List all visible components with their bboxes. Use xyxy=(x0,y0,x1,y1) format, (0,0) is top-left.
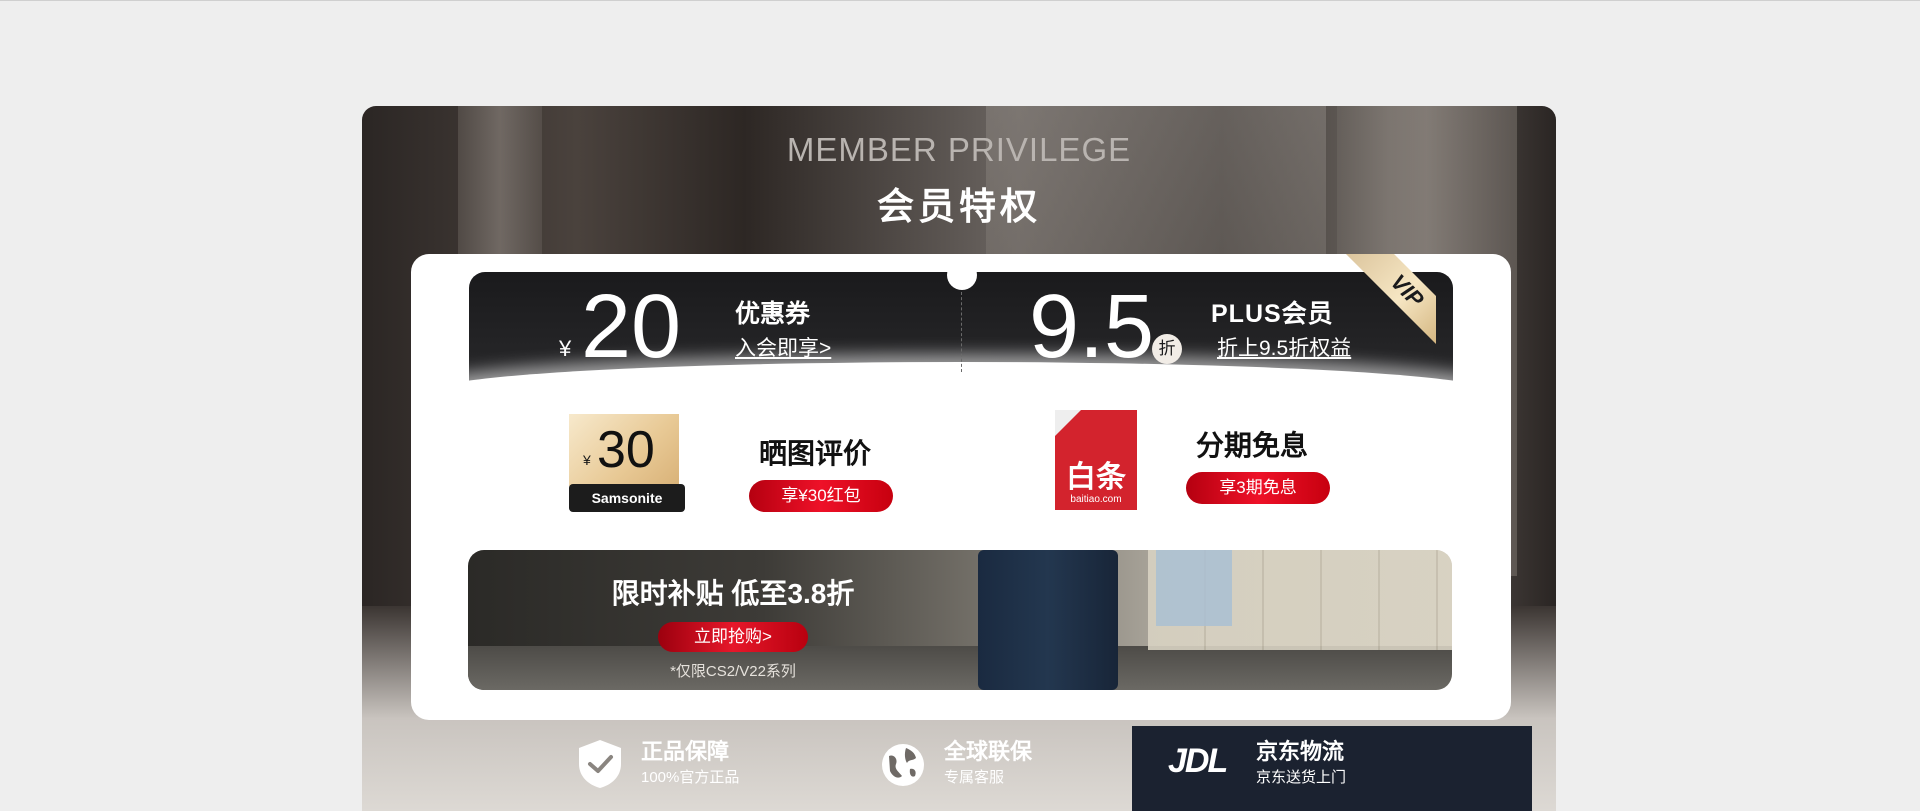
installment-button[interactable]: 享3期免息 xyxy=(1186,472,1330,504)
review-coupon-amount: 30 xyxy=(597,421,655,479)
review-title: 晒图评价 xyxy=(759,438,872,469)
privilege-card: ¥ 20 优惠券 入会即享> 9.5 折 PLUS会员 折上9.5折权益 VIP… xyxy=(411,254,1511,720)
baitiao-logo-url: baitiao.com xyxy=(1070,494,1122,505)
join-member-link[interactable]: 入会即享> xyxy=(735,332,831,362)
coupon-currency: ¥ xyxy=(559,336,572,361)
promo-note: *仅限CS2/V22系列 xyxy=(670,663,796,680)
vip-corner-ribbon: VIP xyxy=(1316,254,1436,352)
guarantee-subtitle: 专属客服 xyxy=(944,769,1005,786)
shield-check-icon xyxy=(579,740,621,788)
ticket-divider xyxy=(961,292,962,372)
guarantee-subtitle: 100%官方正品 xyxy=(641,769,740,786)
guarantee-subtitle: 京东送货上门 xyxy=(1256,769,1347,786)
plus-discount-amount: 9.5 xyxy=(1029,277,1155,377)
baitiao-logo: 白条 baitiao.com xyxy=(1055,410,1137,510)
ticket-notch xyxy=(947,260,977,290)
review-red-packet-button[interactable]: 享¥30红包 xyxy=(749,480,893,512)
coupon-amount: 20 xyxy=(581,277,682,377)
jdl-logo: JDL xyxy=(1168,742,1228,780)
top-divider xyxy=(0,0,1920,1)
promo-title: 限时补贴 低至3.8折 xyxy=(611,578,855,609)
globe-icon xyxy=(882,744,924,786)
guarantee-title: 全球联保 xyxy=(944,739,1033,764)
coupon-title: 优惠券 xyxy=(735,300,811,328)
baitiao-logo-fold xyxy=(1055,410,1081,436)
promo-person-skirt xyxy=(1156,550,1232,626)
guarantee-authentic: 正品保障 100%官方正品 xyxy=(577,734,777,794)
guarantee-title: 正品保障 xyxy=(641,739,730,764)
installment-title: 分期免息 xyxy=(1196,430,1309,461)
guarantee-jd-logistics: JDL 京东物流 京东送货上门 xyxy=(1168,734,1388,794)
review-coupon-image: ¥ 30 Samsonite xyxy=(569,414,685,514)
promo-suitcase-image xyxy=(978,550,1118,690)
review-coupon-currency: ¥ xyxy=(583,452,591,468)
section-title: 会员特权 xyxy=(877,186,1041,227)
vip-badge-text: VIP xyxy=(1341,254,1436,352)
section-title-en: MEMBER PRIVILEGE xyxy=(786,131,1132,168)
guarantee-title: 京东物流 xyxy=(1256,739,1345,764)
limited-subsidy-banner[interactable]: 限时补贴 低至3.8折 立即抢购> *仅限CS2/V22系列 xyxy=(468,550,1452,690)
samsonite-logo: Samsonite xyxy=(569,484,685,512)
guarantee-global-warranty: 全球联保 专属客服 xyxy=(880,734,1080,794)
baitiao-logo-text: 白条 xyxy=(1066,461,1126,494)
discount-unit-badge: 折 xyxy=(1152,334,1182,364)
buy-now-button[interactable]: 立即抢购> xyxy=(658,622,808,652)
